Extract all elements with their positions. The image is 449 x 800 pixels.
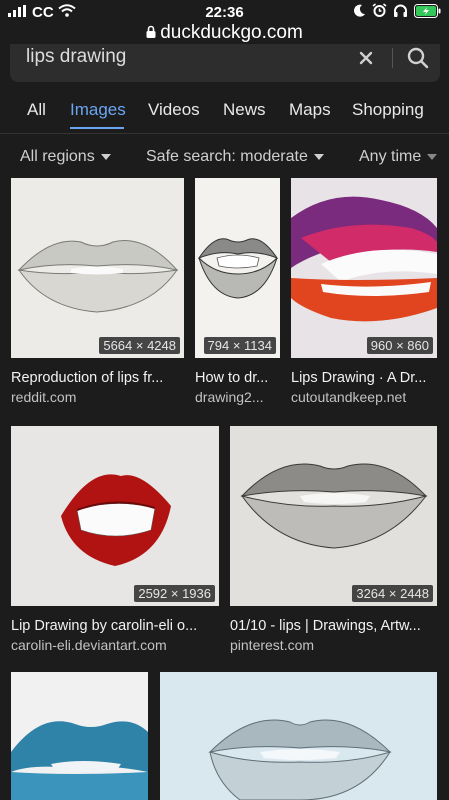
time-filter-label: Any time (359, 148, 422, 165)
tab-news[interactable]: News (223, 100, 266, 120)
region-dropdown-icon (100, 154, 111, 160)
active-tab-indicator (70, 127, 124, 129)
search-input[interactable] (26, 44, 346, 70)
search-bar (10, 44, 440, 82)
image-result[interactable]: 3264 × 2448 01/10 - lips | Drawings, Art… (230, 426, 437, 656)
tab-shopping[interactable]: Shopping (352, 100, 424, 120)
image-result[interactable]: 960 × 860 Lips Drawing · A Dr... cutouta… (291, 178, 437, 408)
tab-videos[interactable]: Videos (148, 100, 200, 120)
time-filter[interactable]: Any time (359, 148, 438, 166)
result-thumbnail[interactable]: 5664 × 4248 (11, 178, 184, 358)
search-tabs: All Images Videos News Maps Shopping (0, 96, 449, 132)
tabs-divider (0, 133, 449, 134)
image-result[interactable]: 5664 × 4248 Reproduction of lips fr... r… (11, 178, 184, 408)
result-title[interactable]: How to dr... (195, 370, 280, 386)
image-result[interactable] (160, 672, 437, 800)
image-result[interactable]: 2592 × 1936 Lip Drawing by carolin-eli o… (11, 426, 219, 656)
region-filter[interactable]: All regions (20, 148, 111, 166)
result-source[interactable]: carolin-eli.deviantart.com (11, 637, 219, 653)
moon-icon (353, 4, 366, 22)
image-dimensions: 5664 × 4248 (99, 337, 180, 354)
headphones-icon (393, 4, 408, 22)
tab-images[interactable]: Images (70, 100, 126, 120)
battery-icon (414, 3, 441, 22)
result-title[interactable]: Reproduction of lips fr... (11, 370, 184, 386)
image-result[interactable]: 794 × 1134 How to dr... drawing2... (195, 178, 280, 408)
region-filter-label: All regions (20, 148, 95, 165)
image-dimensions: 2592 × 1936 (134, 585, 215, 602)
time-dropdown-icon (427, 154, 438, 160)
result-source[interactable]: drawing2... (195, 389, 280, 405)
result-source[interactable]: pinterest.com (230, 637, 437, 653)
result-thumbnail[interactable]: 3264 × 2448 (230, 426, 437, 606)
result-title[interactable]: 01/10 - lips | Drawings, Artw... (230, 618, 437, 634)
alarm-icon (372, 3, 387, 22)
result-source[interactable]: cutoutandkeep.net (291, 389, 437, 405)
status-right (353, 3, 441, 22)
safe-search-label: Safe search: moderate (146, 148, 308, 165)
result-thumbnail[interactable]: 960 × 860 (291, 178, 437, 358)
result-title[interactable]: Lips Drawing · A Dr... (291, 370, 437, 386)
tab-maps[interactable]: Maps (289, 100, 331, 120)
result-thumbnail[interactable]: 2592 × 1936 (11, 426, 219, 606)
image-result[interactable] (11, 672, 148, 800)
clear-search-button[interactable] (356, 48, 376, 68)
image-dimensions: 3264 × 2448 (352, 585, 433, 602)
filter-bar: All regions Safe search: moderate Any ti… (0, 140, 449, 172)
search-icon[interactable] (406, 46, 430, 70)
image-dimensions: 794 × 1134 (203, 337, 276, 354)
tab-all[interactable]: All (27, 100, 46, 120)
safe-search-filter[interactable]: Safe search: moderate (146, 148, 324, 166)
safe-search-dropdown-icon (313, 154, 324, 160)
lock-icon (146, 22, 156, 44)
status-bar: CC 22:36 (0, 0, 449, 24)
search-divider (392, 48, 393, 68)
result-source[interactable]: reddit.com (11, 389, 184, 405)
result-thumbnail[interactable] (11, 672, 148, 800)
result-thumbnail[interactable]: 794 × 1134 (195, 178, 280, 358)
url-text: duckduckgo.com (160, 22, 303, 44)
result-thumbnail[interactable] (160, 672, 437, 800)
image-dimensions: 960 × 860 (366, 337, 433, 354)
result-title[interactable]: Lip Drawing by carolin-eli o... (11, 618, 219, 634)
